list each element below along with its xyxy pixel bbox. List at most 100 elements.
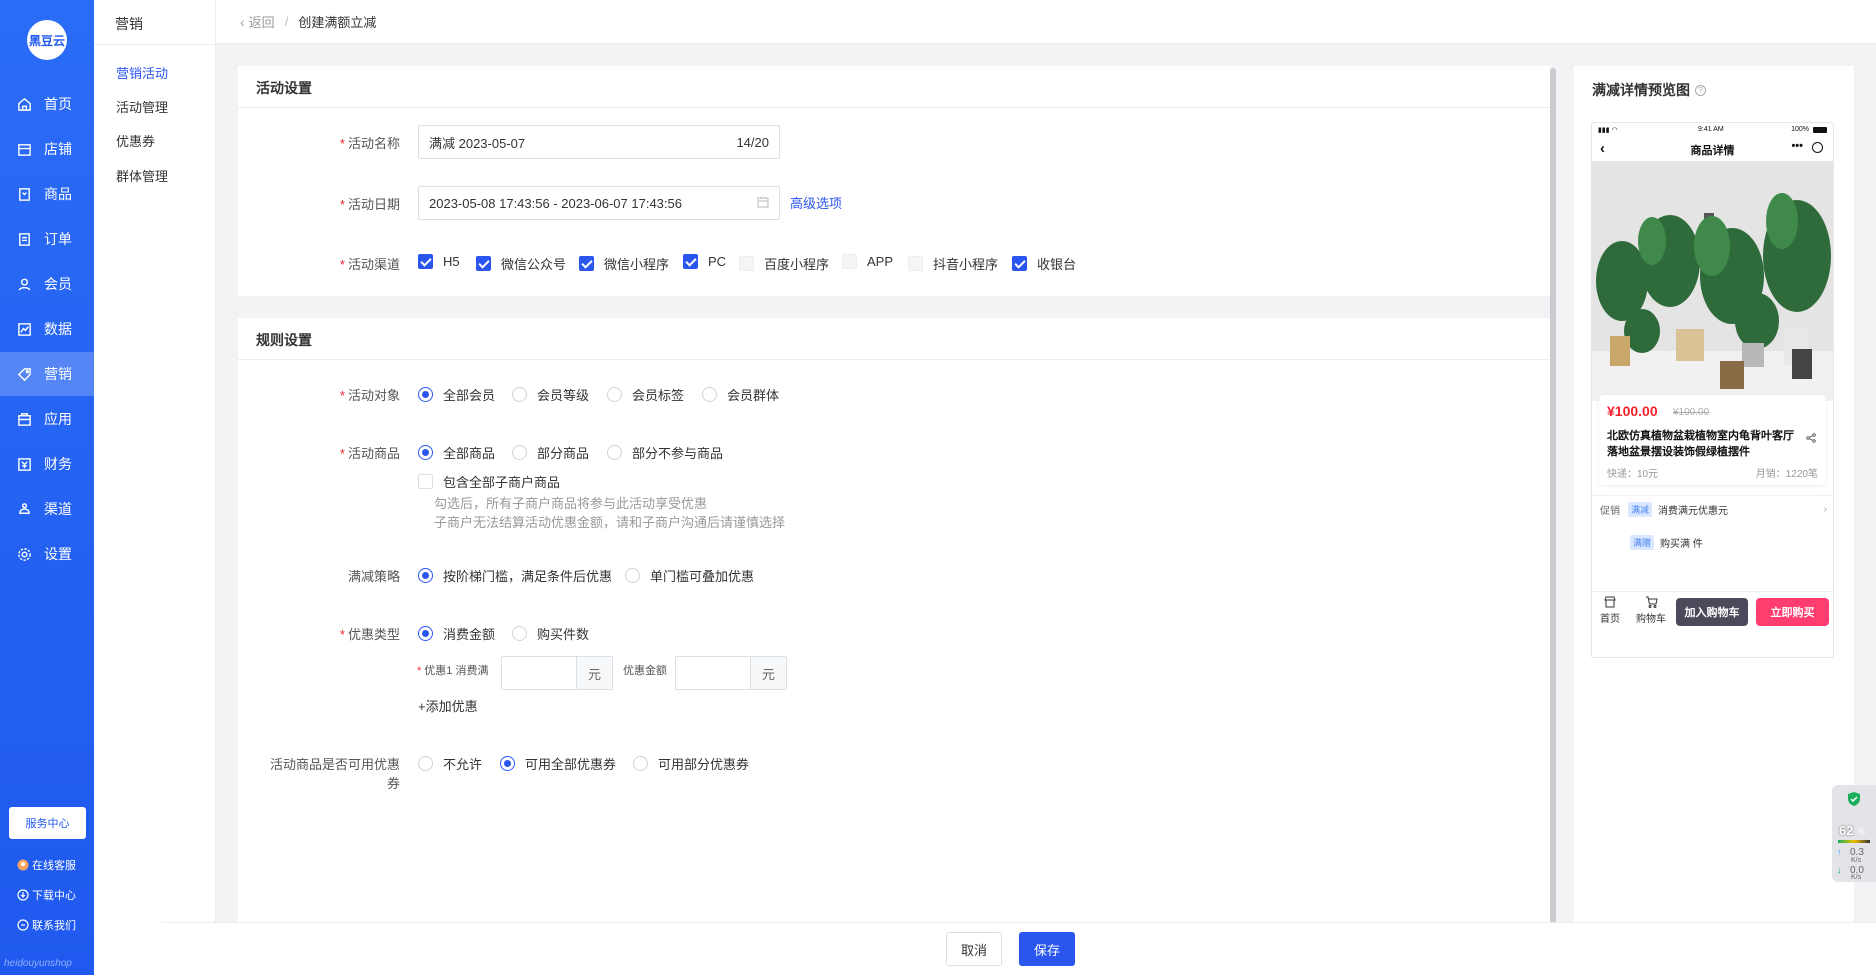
submenu-item-coupons[interactable]: 优惠券 — [116, 131, 155, 150]
price-card: ¥100.00 ¥100.00 北欧仿真植物盆栽植物室内龟背叶客厅落地盆景摆设装… — [1599, 395, 1826, 485]
target-icon[interactable] — [1812, 142, 1823, 153]
radio-unselected — [418, 756, 433, 771]
contact-us-link[interactable]: 联系我们 — [17, 917, 76, 933]
required-mark: * — [339, 197, 345, 212]
channel-cashier-checkbox[interactable]: 收银台 — [1012, 254, 1076, 273]
required-mark: * — [417, 665, 422, 677]
main-sidebar: 黑豆云 首页 店铺 商品 订单 会员 数据 营销 应用 财务 渠道 设置 服务中… — [0, 0, 94, 975]
buy-now-button[interactable]: 立即购买 — [1756, 598, 1829, 626]
secondary-menu: 营销 营销活动 活动管理 优惠券 群体管理 — [94, 0, 216, 975]
rule-settings-card: 规则设置 * 活动对象 全部会员 会员等级 会员标签 会员群体 * 活动商品 全部商… — [238, 318, 1550, 922]
target-member-group-radio[interactable]: 会员群体 — [702, 385, 779, 404]
promo-row: 满赠 购买满 件 — [1592, 528, 1833, 556]
brand-logo[interactable]: 黑豆云 — [27, 20, 67, 60]
nav-item-apps[interactable]: 应用 — [0, 397, 94, 441]
strategy-label: 满减策略 — [347, 569, 400, 584]
save-button[interactable]: 保存 — [1019, 932, 1075, 966]
nav-item-settings[interactable]: 设置 — [0, 532, 94, 576]
home-icon — [16, 96, 32, 112]
discount-amount-input[interactable]: 元 — [675, 656, 787, 690]
nav-item-label: 店铺 — [44, 141, 72, 157]
channel-pc-checkbox[interactable]: PC — [683, 254, 726, 269]
nav-item-members[interactable]: 会员 — [0, 262, 94, 306]
bottom-cart[interactable]: 购物车 — [1633, 596, 1669, 625]
checkbox-checked — [579, 256, 594, 271]
checkbox-unchecked — [842, 254, 857, 269]
nav-item-channels[interactable]: 渠道 — [0, 487, 94, 531]
system-monitor-widget[interactable]: 62 % ↑ 0.3 K/s ↓ 0.0 K/s — [1832, 785, 1876, 882]
cancel-button[interactable]: 取消 — [946, 932, 1002, 966]
chevron-left-icon: ‹ — [240, 13, 245, 30]
coupon-partial-radio[interactable]: 可用部分优惠券 — [633, 754, 749, 773]
advanced-options-link[interactable]: 高级选项 — [790, 193, 842, 212]
goods-all-radio[interactable]: 全部商品 — [418, 443, 495, 462]
upload-arrow-icon: ↑ — [1837, 847, 1842, 857]
discount-type-amount-radio[interactable]: 消费金额 — [418, 624, 495, 643]
submenu-item-activity-management[interactable]: 活动管理 — [116, 97, 168, 116]
checkbox-checked — [476, 256, 491, 271]
content-scrollbar[interactable] — [1550, 68, 1556, 923]
activity-date-range-input[interactable]: 2023-05-08 17:43:56 - 2023-06-07 17:43:5… — [418, 186, 780, 220]
chevron-right-icon: › — [1823, 504, 1827, 515]
channel-wechat-miniapp-checkbox[interactable]: 微信小程序 — [579, 254, 669, 273]
tier-threshold-input[interactable]: 元 — [501, 656, 613, 690]
radio-selected — [418, 626, 433, 641]
channel-baidu-miniapp-checkbox[interactable]: 百度小程序 — [739, 254, 829, 273]
back-label: 返回 — [248, 15, 275, 30]
product-price: ¥100.00 — [1607, 403, 1658, 419]
back-link[interactable]: ‹ 返回 — [240, 12, 275, 31]
cart-icon — [1633, 596, 1669, 610]
nav-item-store[interactable]: 店铺 — [0, 127, 94, 171]
help-icon[interactable]: ? — [1695, 84, 1706, 96]
target-member-tag-radio[interactable]: 会员标签 — [607, 385, 684, 404]
submenu-title: 营销 — [115, 16, 143, 32]
share-icon[interactable] — [1806, 431, 1816, 446]
radio-unselected — [512, 387, 527, 402]
service-center-button[interactable]: 服务中心 — [9, 807, 86, 839]
channel-douyin-miniapp-checkbox[interactable]: 抖音小程序 — [908, 254, 998, 273]
coupon-all-radio[interactable]: 可用全部优惠券 — [500, 754, 616, 773]
online-service-link[interactable]: 在线客服 — [17, 857, 76, 873]
target-all-members-radio[interactable]: 全部会员 — [418, 385, 495, 404]
nav-item-home[interactable]: 首页 — [0, 82, 94, 126]
discount-amount-field[interactable] — [676, 657, 750, 689]
channel-app-checkbox[interactable]: APP — [842, 254, 893, 269]
submenu-item-group-management[interactable]: 群体管理 — [116, 166, 168, 185]
submenu-item-marketing-activity[interactable]: 营销活动 — [116, 63, 168, 82]
member-icon — [16, 276, 32, 292]
contact-icon — [17, 919, 29, 931]
activity-name-label: * 活动名称 — [339, 136, 400, 151]
discount-type-quantity-radio[interactable]: 购买件数 — [512, 624, 589, 643]
strategy-single-stack-radio[interactable]: 单门槛可叠加优惠 — [625, 566, 754, 585]
promo-row[interactable]: 促销 满减 消费满元优惠元 › — [1592, 495, 1833, 523]
download-center-link[interactable]: 下载中心 — [17, 887, 76, 903]
add-to-cart-button[interactable]: 加入购物车 — [1676, 598, 1748, 626]
more-icon[interactable]: ••• — [1791, 140, 1803, 152]
channel-wechat-official-checkbox[interactable]: 微信公众号 — [476, 254, 566, 273]
radio-selected — [418, 387, 433, 402]
nav-item-finance[interactable]: 财务 — [0, 442, 94, 486]
channel-h5-checkbox[interactable]: H5 — [418, 254, 460, 269]
include-sub-merchant-checkbox[interactable]: 包含全部子商户商品 — [418, 472, 560, 491]
nav-item-label: 应用 — [44, 411, 72, 427]
add-discount-tier-link[interactable]: +添加优惠 — [418, 696, 478, 715]
promo-tag: 满减 — [1628, 502, 1653, 517]
nav-item-data[interactable]: 数据 — [0, 307, 94, 351]
target-member-level-radio[interactable]: 会员等级 — [512, 385, 589, 404]
coupon-disallow-radio[interactable]: 不允许 — [418, 754, 482, 773]
shield-icon — [1846, 791, 1862, 807]
radio-unselected — [607, 387, 622, 402]
activity-target-label: * 活动对象 — [339, 388, 400, 403]
nav-item-marketing[interactable]: 营销 — [0, 352, 94, 396]
promo-text: 消费满元优惠元 — [1658, 506, 1729, 517]
activity-name-input[interactable]: 满减 2023-05-07 14/20 — [418, 125, 780, 159]
required-mark: * — [339, 446, 345, 461]
goods-partial-excluded-radio[interactable]: 部分不参与商品 — [607, 443, 723, 462]
nav-item-orders[interactable]: 订单 — [0, 217, 94, 261]
nav-item-goods[interactable]: 商品 — [0, 172, 94, 216]
goods-partial-radio[interactable]: 部分商品 — [512, 443, 589, 462]
bottom-home[interactable]: 首页 — [1595, 596, 1625, 625]
hint-line: 子商户无法结算活动优惠金额，请和子商户沟通后请谨慎选择 — [434, 515, 786, 530]
strategy-tiered-radio[interactable]: 按阶梯门槛，满足条件后优惠 — [418, 566, 612, 585]
tier-threshold-field[interactable] — [502, 657, 576, 689]
